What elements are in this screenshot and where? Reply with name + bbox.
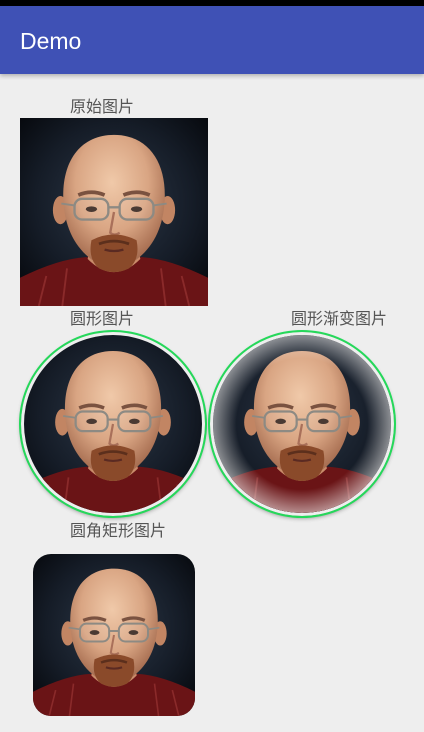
- gradient-circle-image: [210, 332, 394, 516]
- circle-image: [21, 332, 205, 516]
- rounded-rect-image: [33, 554, 195, 716]
- label-original: 原始图片: [70, 97, 135, 116]
- label-rounded-rect: 圆角矩形图片: [70, 521, 167, 540]
- original-image: [20, 118, 208, 306]
- label-circle: 圆形图片: [70, 309, 135, 328]
- label-gradient-circle: 圆形渐变图片: [291, 309, 388, 328]
- app-bar: Demo: [0, 6, 424, 74]
- gradient-fade-overlay: [213, 335, 391, 513]
- app-title: Demo: [20, 28, 82, 54]
